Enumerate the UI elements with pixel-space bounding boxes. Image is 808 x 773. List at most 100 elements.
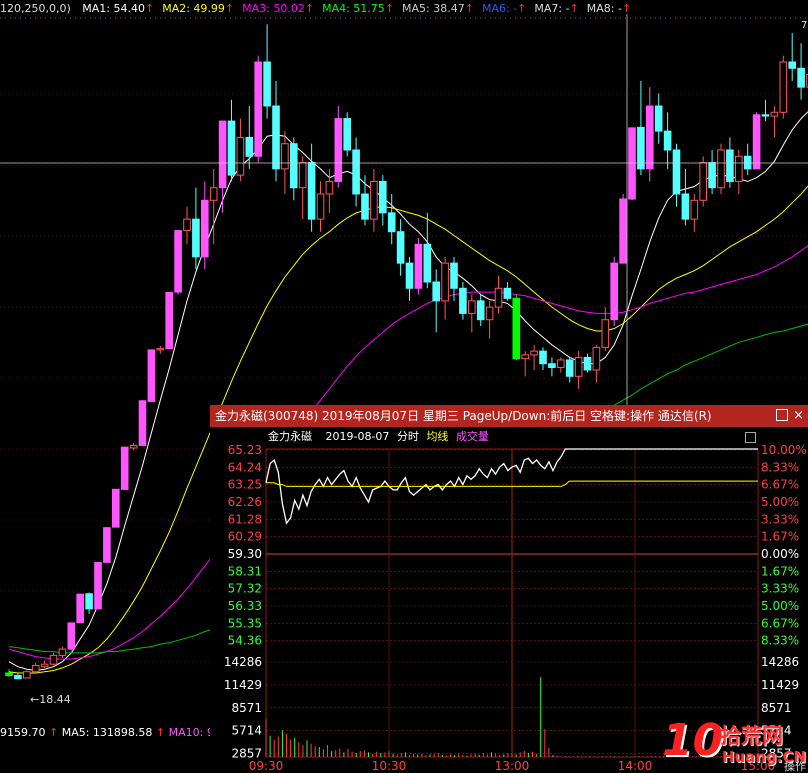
ma-legend-prefix: 120,250,0,0) xyxy=(0,2,71,15)
ma-legend-item: MA7: - xyxy=(534,2,570,15)
candle-body xyxy=(708,162,716,189)
time-tick-label: 10:30 xyxy=(372,759,407,773)
candle-body xyxy=(761,114,770,117)
candle-body xyxy=(601,319,610,348)
candle-body xyxy=(138,400,147,446)
candle-body xyxy=(245,136,254,157)
arrow-up-icon: ↑ xyxy=(384,2,395,15)
candle xyxy=(40,660,49,668)
candle-body xyxy=(290,143,298,189)
volume-tick-label-right: 14286 xyxy=(761,655,799,669)
candle-body xyxy=(183,218,191,231)
price-tick-label: 58.31 xyxy=(228,564,262,578)
candle-body xyxy=(103,527,111,563)
candle-body xyxy=(646,105,654,170)
close-icon[interactable]: × xyxy=(793,405,804,427)
candle-body xyxy=(672,149,681,195)
candle xyxy=(218,120,227,213)
candle xyxy=(254,55,262,163)
candle-body xyxy=(752,114,761,170)
candle xyxy=(209,168,218,245)
candle-body xyxy=(361,193,369,220)
candle xyxy=(396,219,405,276)
candle-body xyxy=(147,349,156,402)
candle xyxy=(503,282,512,301)
candle-body xyxy=(218,120,227,189)
maximize-icon[interactable] xyxy=(776,409,788,421)
popup-title-bar[interactable]: 金力永磁(300748) 2019年08月07日 星期三 PageUp/Down… xyxy=(210,405,808,427)
candle xyxy=(94,561,102,610)
candle-body xyxy=(441,262,449,302)
candle xyxy=(708,150,716,194)
ma-legend-item: MA5: 38.47 xyxy=(402,2,465,15)
candle-body xyxy=(468,300,476,314)
candle xyxy=(343,112,351,157)
ma-legend-item: MA3: 50.02 xyxy=(242,2,305,15)
candle xyxy=(387,194,396,245)
candle xyxy=(690,194,699,232)
candle-body xyxy=(690,199,699,220)
candle xyxy=(476,294,485,326)
candle-body xyxy=(681,193,690,220)
candle-body xyxy=(112,488,120,528)
candle xyxy=(67,622,76,651)
candle-body xyxy=(165,291,173,350)
intraday-avg-line xyxy=(266,480,754,487)
candle xyxy=(361,175,369,226)
price-tick-label: 57.32 xyxy=(228,582,262,596)
candle-body xyxy=(432,281,440,302)
volume-tick-label: 8571 xyxy=(231,701,262,715)
volume-legend-ma10: MA10: 9 xyxy=(168,726,214,739)
price-tick-label: 61.28 xyxy=(228,512,262,526)
candle-body xyxy=(797,67,805,88)
candle-body xyxy=(494,287,503,308)
candle xyxy=(619,194,627,264)
candle-body xyxy=(85,593,93,610)
volume-tick-label: 14286 xyxy=(224,655,262,669)
candle xyxy=(165,291,173,350)
candle xyxy=(281,131,289,194)
candle-body xyxy=(5,672,13,676)
candle xyxy=(201,181,209,270)
candle-body xyxy=(298,162,307,189)
candle-body xyxy=(619,198,627,264)
candle-body xyxy=(539,350,547,365)
time-tick-label: 09:30 xyxy=(249,759,284,773)
candle-body xyxy=(129,444,138,449)
candle xyxy=(565,357,574,383)
candle-body xyxy=(263,61,271,107)
candle-body xyxy=(31,664,40,673)
candle xyxy=(681,168,690,226)
candle-body xyxy=(281,143,289,170)
candle-body xyxy=(14,674,22,680)
price-tick-label: 65.23 xyxy=(228,443,262,457)
candle xyxy=(138,400,147,446)
ma-legend-item: MA4: 51.75 xyxy=(322,2,385,15)
candle xyxy=(227,99,236,182)
arrow-up-icon: ↑ xyxy=(464,2,474,15)
candle-body xyxy=(592,346,601,371)
candle-body xyxy=(414,243,423,289)
candle xyxy=(521,351,530,377)
pct-tick-label: 10.00% xyxy=(761,443,807,457)
candle-body xyxy=(485,306,494,321)
candle xyxy=(592,344,601,383)
candle-body xyxy=(272,105,280,170)
pct-tick-label: 6.67% xyxy=(761,616,799,630)
candle-body xyxy=(334,118,343,182)
candle xyxy=(441,256,449,320)
candle-body xyxy=(325,180,334,195)
candle-body xyxy=(476,300,485,321)
candle-body xyxy=(405,262,414,289)
watermark: 10 拾荒网 Huang.CN xyxy=(662,716,808,773)
price-tick-label: 63.25 xyxy=(228,478,262,492)
candle xyxy=(263,24,271,119)
candle xyxy=(236,118,245,182)
candle-body xyxy=(735,155,743,182)
candle-body xyxy=(370,180,378,220)
candle xyxy=(405,256,414,301)
candle xyxy=(23,670,31,679)
top-right-marker: 7 xyxy=(801,20,807,31)
pct-tick-label: 8.33% xyxy=(761,460,799,474)
arrow-up-icon: ↑ xyxy=(152,726,169,739)
